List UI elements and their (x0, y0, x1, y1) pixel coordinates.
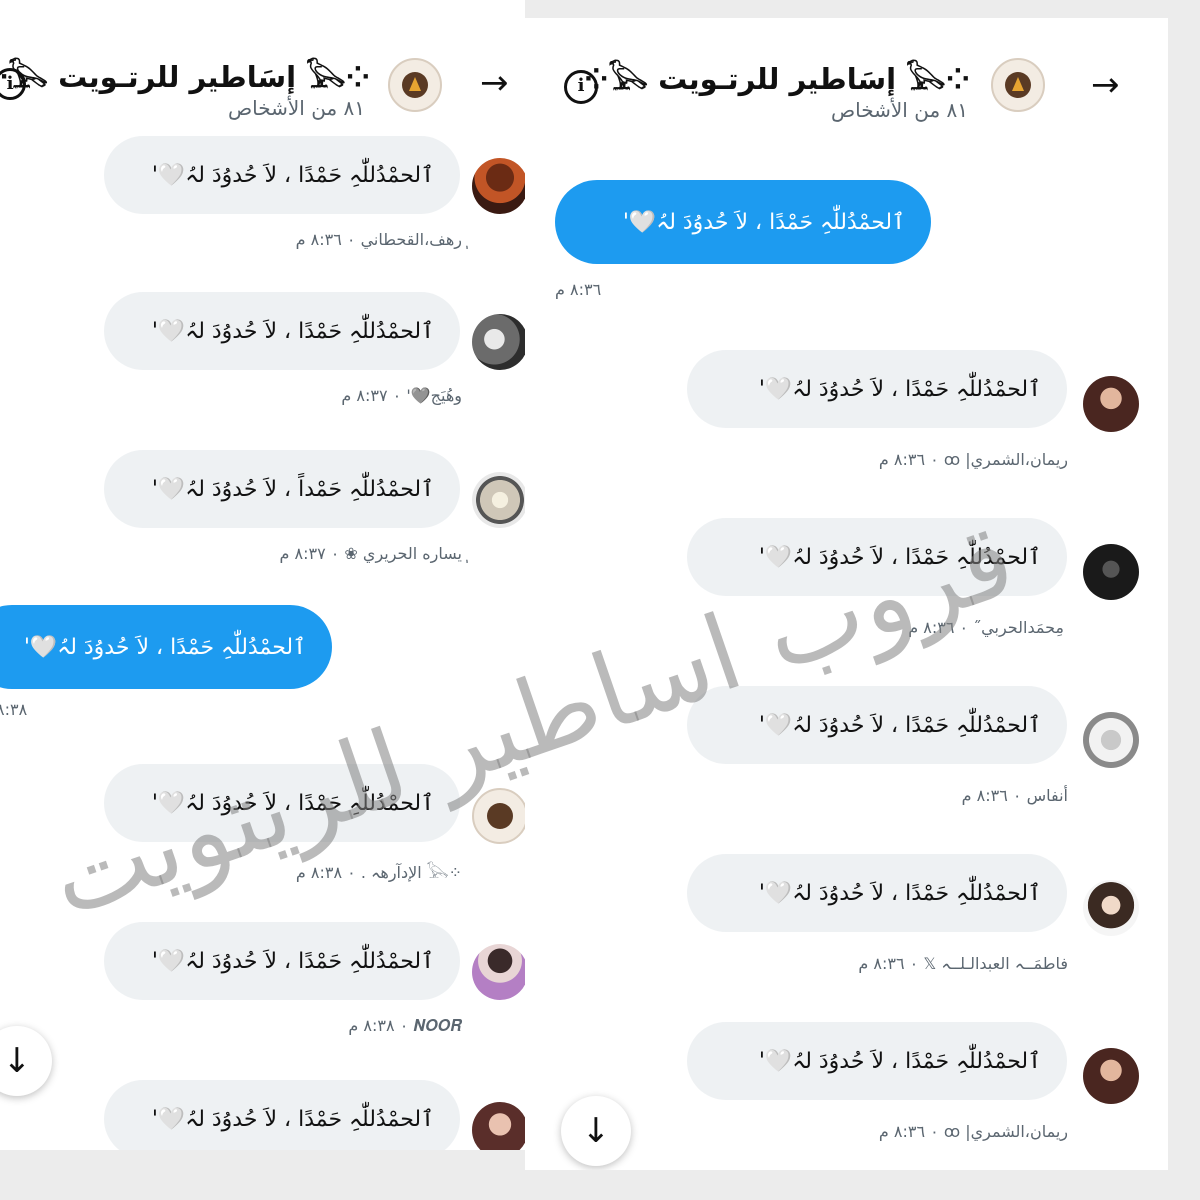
conversation-panel-left: i ⁘𓅂 إسَاطير للرتـويت 𓅂⁘ ٨١ من الأشخاص →… (0, 0, 525, 1150)
message-meta: أنفاس ٠ ٨:٣٦ م (961, 786, 1068, 805)
admin-logo-icon (487, 803, 513, 829)
group-logo-icon (402, 72, 428, 98)
message-text: ٱلحمْدُللّٰہِ حَمْدًا ، لاَ حُدوُدَ لہُ🤍… (622, 209, 905, 235)
message-bubble[interactable]: ٱلحمْدُللّٰہِ حَمْدًا ، لاَ حُدوُدَ لہُ🤍… (687, 350, 1067, 428)
avatar[interactable] (1083, 1048, 1139, 1104)
message-meta: ⁘𓅂 الإدآرهہ . ٠ ٨:٣٨ م (295, 863, 462, 882)
avatar[interactable] (472, 314, 525, 370)
message-bubble[interactable]: ٱلحمْدُللّٰہِ حَمْدًا ، لاَ حُدوُدَ لہُ🤍… (104, 292, 460, 370)
own-message-bubble[interactable]: ٱلحمْدُللّٰہِ حَمْدًا ، لاَ حُدوُدَ لہُ🤍… (0, 605, 332, 689)
message-text: ٱلحمْدُللّٰہِ حَمْدًا ، لاَ حُدوُدَ لہُ🤍… (151, 318, 434, 344)
arrow-down-icon: ↓ (2, 1041, 32, 1081)
group-avatar[interactable] (991, 58, 1045, 112)
avatar[interactable] (472, 472, 525, 528)
group-title: ⁘𓅂 إسَاطير للرتـويت 𓅂⁘ (0, 60, 370, 94)
member-count: ٨١ من الأشخاص (227, 96, 365, 120)
own-message-bubble[interactable]: ٱلحمْدُللّٰہِ حَمْدًا ، لاَ حُدوُدَ لہُ🤍… (555, 180, 931, 264)
message-meta: ٖيساره الحريري ❀ ٠ ٨:٣٧ م (279, 544, 462, 563)
back-arrow-icon[interactable]: → (480, 66, 509, 100)
message-text: ٱلحمْدُللّٰہِ حَمْدًا ، لاَ حُدوُدَ لہُ🤍… (151, 1106, 434, 1132)
avatar[interactable] (472, 158, 525, 214)
message-meta: ريمان،الشمري| ꝏ ٠ ٨:٣٦ م (878, 450, 1068, 469)
message-meta: ٖرهف،القحطاني ٠ ٨:٣٦ م (295, 230, 462, 249)
member-count: ٨١ من الأشخاص (830, 98, 968, 122)
avatar[interactable] (1083, 544, 1139, 600)
message-text: ٱلحمْدُللّٰہِ حَمْدًا ، لاَ حُدوُدَ لہُ🤍… (23, 634, 306, 660)
arrow-down-icon: ↓ (581, 1111, 611, 1151)
group-title: ⁘𓅂 إسَاطير للرتـويت 𓅂⁘ (584, 62, 970, 96)
avatar[interactable] (472, 944, 525, 1000)
group-logo-icon (1005, 72, 1031, 98)
scroll-down-button[interactable]: ↓ (561, 1096, 631, 1166)
message-text: ٱلحمْدُللّٰہِ حَمْداً ، لاَ حُدوُدَ لہُ🤍… (151, 476, 434, 502)
message-meta: ٨:٣٨ (0, 700, 28, 719)
avatar[interactable] (1083, 376, 1139, 432)
message-bubble[interactable]: ٱلحمْدُللّٰہِ حَمْدًا ، لاَ حُدوُدَ لہُ🤍… (687, 854, 1067, 932)
message-text: ٱلحمْدُللّٰہِ حَمْدًا ، لاَ حُدوُدَ لہُ🤍… (758, 1048, 1041, 1074)
message-meta: ريمان،الشمري| ꝏ ٠ ٨:٣٦ م (878, 1122, 1068, 1141)
avatar[interactable] (1083, 712, 1139, 768)
message-meta: وهُيَج🩶' ٠ ٨:٣٧ م (341, 386, 462, 405)
message-text: ٱلحمْدُللّٰہِ حَمْدًا ، لاَ حُدوُدَ لہُ🤍… (758, 880, 1041, 906)
message-text: ٱلحمْدُللّٰہِ حَمْدًا ، لاَ حُدوُدَ لہُ🤍… (151, 948, 434, 974)
message-bubble[interactable]: ٱلحمْدُللّٰہِ حَمْدًا ، لاَ حُدوُدَ لہُ🤍… (687, 1022, 1067, 1100)
message-bubble[interactable]: ٱلحمْدُللّٰہِ حَمْدًا ، لاَ حُدوُدَ لہُ🤍… (104, 136, 460, 214)
back-arrow-icon[interactable]: → (1091, 68, 1120, 102)
scroll-down-button[interactable]: ↓ (0, 1026, 52, 1096)
message-meta: فاطمَــہ العبدالـلــہ 𝕏 ٠ ٨:٣٦ م (858, 954, 1068, 973)
conversation-header: i ⁘𓅂 إسَاطير للرتـويت 𓅂⁘ ٨١ من الأشخاص → (0, 0, 525, 140)
message-bubble[interactable]: ٱلحمْدُللّٰہِ حَمْدًا ، لاَ حُدوُدَ لہُ🤍… (104, 1080, 460, 1150)
message-text: ٱلحمْدُللّٰہِ حَمْدًا ، لاَ حُدوُدَ لہُ🤍… (151, 162, 434, 188)
message-meta: ٨:٣٦ م (555, 280, 602, 299)
message-bubble[interactable]: ٱلحمْدُللّٰہِ حَمْدًا ، لاَ حُدوُدَ لہُ🤍… (104, 922, 460, 1000)
avatar[interactable] (1083, 880, 1139, 936)
message-bubble[interactable]: ٱلحمْدُللّٰہِ حَمْداً ، لاَ حُدوُدَ لہُ🤍… (104, 450, 460, 528)
message-text: ٱلحمْدُللّٰہِ حَمْدًا ، لاَ حُدوُدَ لہُ🤍… (758, 376, 1041, 402)
avatar[interactable] (472, 1102, 525, 1150)
message-text: ٱلحمْدُللّٰہِ حَمْدًا ، لاَ حُدوُدَ لہُ🤍… (758, 712, 1041, 738)
message-meta: 𝑵𝑶𝑶𝑹 ٠ ٨:٣٨ م (348, 1016, 462, 1035)
conversation-header: i ⁘𓅂 إسَاطير للرتـويت 𓅂⁘ ٨١ من الأشخاص → (525, 18, 1168, 158)
group-avatar[interactable] (388, 58, 442, 112)
